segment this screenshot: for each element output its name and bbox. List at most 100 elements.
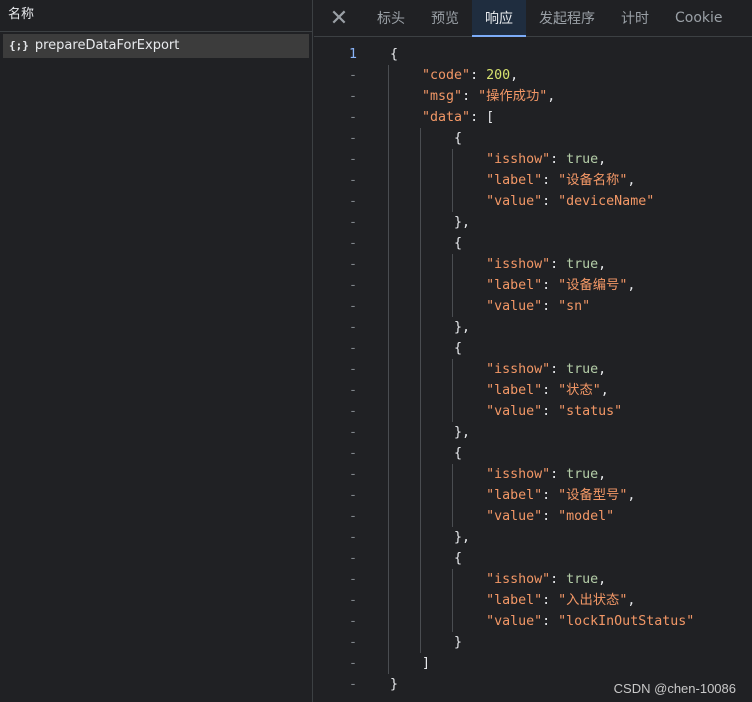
line-gutter-marker[interactable]: -	[342, 170, 364, 191]
code-token: "value"	[486, 509, 543, 524]
line-gutter-marker[interactable]: -	[342, 65, 364, 86]
code-token: ,	[627, 593, 636, 608]
response-code-view[interactable]: 1{- "code": 200, - "msg": "操作成功", - "data"…	[314, 44, 752, 702]
line-gutter-marker[interactable]: -	[342, 401, 364, 422]
code-token: "label"	[486, 488, 543, 503]
code-line-content: "value": "deviceName"	[390, 191, 654, 212]
tab-headers[interactable]: 标头	[364, 0, 418, 36]
code-line-content: "label": "设备名称",	[390, 170, 635, 191]
code-token: "设备编号"	[558, 278, 628, 293]
line-gutter-marker[interactable]: -	[342, 590, 364, 611]
code-line: - "isshow": true,	[314, 359, 752, 380]
code-line-content: }	[390, 674, 398, 695]
code-line: - "label": "设备型号",	[314, 485, 752, 506]
line-gutter-marker[interactable]: -	[342, 212, 364, 233]
line-gutter-marker[interactable]: -	[342, 632, 364, 653]
code-token: true	[566, 572, 599, 587]
code-line-content: },	[390, 527, 470, 548]
code-line-content: "isshow": true,	[390, 569, 606, 590]
code-token: "isshow"	[486, 257, 551, 272]
code-token: "value"	[486, 614, 543, 629]
code-line: - },	[314, 212, 752, 233]
line-gutter-marker[interactable]: -	[342, 380, 364, 401]
code-token: "value"	[486, 404, 543, 419]
line-gutter-marker[interactable]: -	[342, 548, 364, 569]
line-gutter-marker[interactable]: -	[342, 653, 364, 674]
code-token: :	[550, 572, 567, 587]
code-line-content: "label": "设备型号",	[390, 485, 635, 506]
code-token: "设备型号"	[558, 488, 628, 503]
code-line-content: "isshow": true,	[390, 149, 606, 170]
code-line: - "msg": "操作成功",	[314, 86, 752, 107]
line-gutter-marker[interactable]: -	[342, 338, 364, 359]
line-gutter-marker[interactable]: -	[342, 674, 364, 695]
code-token: "isshow"	[486, 467, 551, 482]
code-token: :	[550, 152, 567, 167]
code-token: "label"	[486, 278, 543, 293]
indent-guide	[452, 569, 454, 632]
code-token: {	[390, 551, 463, 566]
line-gutter-marker[interactable]: -	[342, 233, 364, 254]
request-row-prepareDataForExport[interactable]: {;} prepareDataForExport	[3, 34, 309, 58]
code-line: - {	[314, 128, 752, 149]
line-gutter-marker[interactable]: -	[342, 422, 364, 443]
line-gutter-marker[interactable]: -	[342, 464, 364, 485]
line-gutter-marker[interactable]: -	[342, 359, 364, 380]
line-gutter-marker[interactable]: -	[342, 443, 364, 464]
line-gutter-marker[interactable]: -	[342, 254, 364, 275]
code-line-content: "isshow": true,	[390, 464, 606, 485]
code-token: :	[542, 299, 559, 314]
code-token: "value"	[486, 299, 543, 314]
code-line-content: {	[390, 44, 398, 65]
code-line: - "isshow": true,	[314, 464, 752, 485]
tab-initiator[interactable]: 发起程序	[526, 0, 608, 36]
code-token: true	[566, 467, 599, 482]
code-token: "status"	[558, 404, 623, 419]
code-token: {	[390, 446, 463, 461]
name-column-header[interactable]: 名称	[0, 0, 312, 32]
line-gutter-marker: 1	[348, 47, 357, 62]
line-gutter-marker[interactable]: -	[342, 275, 364, 296]
line-gutter-marker[interactable]: -	[342, 527, 364, 548]
line-gutter-marker[interactable]: -	[342, 191, 364, 212]
code-token: ,	[598, 152, 607, 167]
code-token: "label"	[486, 593, 543, 608]
line-gutter-marker[interactable]: -	[342, 506, 364, 527]
code-line-content: "label": "状态",	[390, 380, 609, 401]
line-gutter-marker[interactable]: -	[342, 296, 364, 317]
code-token: "状态"	[558, 383, 601, 398]
line-gutter-marker[interactable]: -	[342, 149, 364, 170]
code-token: true	[566, 257, 599, 272]
line-gutter-marker[interactable]: -	[342, 611, 364, 632]
indent-guide	[452, 149, 454, 212]
code-line: - },	[314, 317, 752, 338]
code-token: ,	[598, 257, 607, 272]
tab-cookies[interactable]: Cookie	[662, 0, 736, 36]
line-gutter-marker[interactable]: -	[342, 128, 364, 149]
code-line-content: "label": "设备编号",	[390, 275, 635, 296]
code-token: ,	[547, 89, 556, 104]
tab-response[interactable]: 响应	[472, 0, 526, 37]
code-line: - {	[314, 443, 752, 464]
code-token: ,	[598, 572, 607, 587]
code-token: ,	[627, 488, 636, 503]
response-detail-pane: ✕ 标头 预览 响应 发起程序 计时 Cookie 1{- "code": 20…	[314, 0, 752, 702]
code-line-content: {	[390, 338, 462, 359]
code-token: :	[542, 404, 559, 419]
line-gutter-marker[interactable]: -	[342, 569, 364, 590]
code-line: - "label": "状态",	[314, 380, 752, 401]
line-gutter-marker[interactable]: -	[342, 107, 364, 128]
tab-timing[interactable]: 计时	[608, 0, 662, 36]
line-gutter-marker[interactable]: -	[342, 86, 364, 107]
code-line: - "value": "deviceName"	[314, 191, 752, 212]
line-gutter-marker[interactable]: -	[342, 485, 364, 506]
tab-preview[interactable]: 预览	[418, 0, 472, 36]
close-icon[interactable]: ✕	[314, 0, 364, 36]
code-token: ,	[598, 362, 607, 377]
line-gutter-marker[interactable]: -	[342, 317, 364, 338]
